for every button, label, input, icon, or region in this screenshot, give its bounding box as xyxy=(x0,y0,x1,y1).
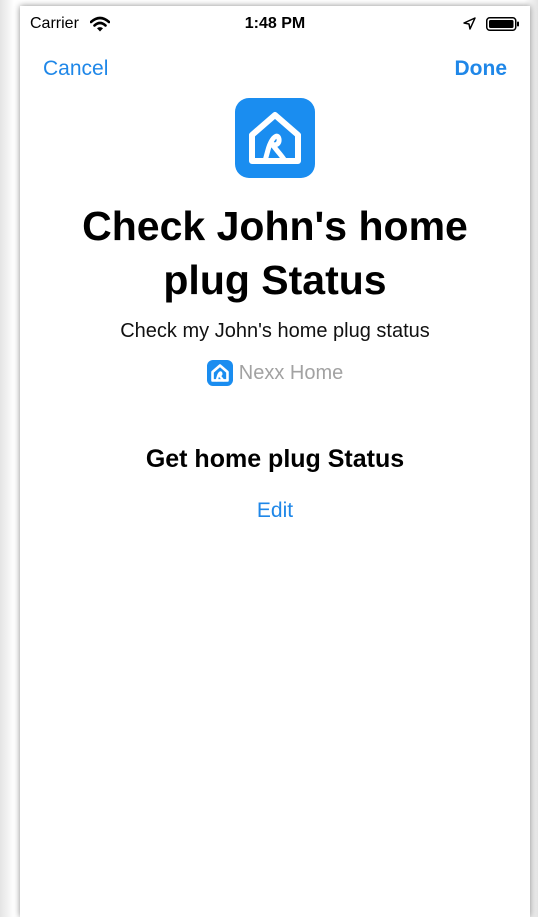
done-button[interactable]: Done xyxy=(455,57,508,81)
shortcut-title: Check John's home plug Status xyxy=(82,203,468,303)
clock: 1:48 PM xyxy=(244,15,306,32)
device-frame: Carrier 1:48 PM Cancel Done Check John's… xyxy=(0,0,538,917)
edit-button[interactable]: Edit xyxy=(257,499,293,522)
app-icon xyxy=(235,98,315,178)
phone-screen: Carrier 1:48 PM Cancel Done Check John's… xyxy=(20,6,530,917)
house-with-loop-icon xyxy=(249,112,301,164)
nexx-home-app-icon xyxy=(206,360,233,386)
edit-area: Edit xyxy=(20,499,530,523)
location-arrow-icon xyxy=(463,17,476,30)
status-bar: Carrier 1:48 PM xyxy=(20,6,530,42)
app-attribution: Nexx Home xyxy=(20,360,530,386)
app-name: Nexx Home xyxy=(238,361,344,384)
cancel-button[interactable]: Cancel xyxy=(43,57,108,81)
action-heading: Get home plug Status xyxy=(145,445,405,473)
shortcut-subtitle: Check my John's home plug status xyxy=(120,320,430,342)
battery-icon xyxy=(486,17,519,31)
